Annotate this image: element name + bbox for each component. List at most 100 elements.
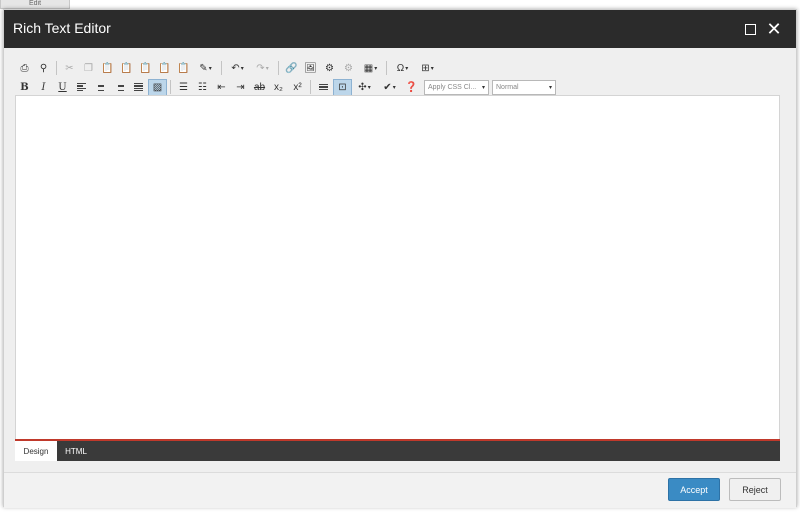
maximize-icon [744, 23, 756, 35]
dropdown-arrow-icon: ▾ [405, 65, 409, 72]
dropdown-arrow-icon: ▾ [240, 65, 244, 72]
bullet-list-icon: ☷ [198, 81, 207, 93]
dropdown-arrow-icon: ▾ [208, 65, 212, 72]
align-right-button[interactable] [110, 79, 129, 96]
paragraph-format-select[interactable]: Normal ▾ [492, 79, 556, 95]
document-button[interactable]: ⚙ [339, 60, 358, 77]
toolbar-separator [221, 61, 222, 75]
paste-text-icon: 📋 [120, 62, 133, 74]
paste-button[interactable]: 📋 [98, 60, 117, 77]
image-button[interactable]: 🖼 [301, 60, 320, 77]
superscript-button[interactable]: x² [288, 79, 307, 96]
format-stripper-icon: ✎ [199, 62, 208, 74]
dropdown-arrow-icon: ▾ [265, 65, 269, 72]
subscript-icon: x₂ [274, 81, 283, 93]
module-manager-icon: ✣ [358, 81, 367, 93]
symbol-button[interactable]: Ω ▾ [390, 60, 415, 77]
paste-icon: 📋 [101, 62, 114, 74]
cut-button[interactable]: ✂ [60, 60, 79, 77]
copy-icon: ❐ [84, 62, 93, 74]
tab-html[interactable]: HTML [61, 441, 91, 461]
maximize-button[interactable] [740, 19, 760, 39]
media-icon: ⚙ [325, 62, 334, 74]
tab-design[interactable]: Design [15, 441, 57, 461]
link-button[interactable]: 🔗 [282, 60, 301, 77]
redo-button[interactable]: ↷ ▾ [250, 60, 275, 77]
editor-content-area[interactable] [15, 95, 780, 440]
paste-plain-button[interactable]: 📋 [174, 60, 193, 77]
snippet-button[interactable]: ⊞ ▾ [415, 60, 440, 77]
media-button[interactable]: ⚙ [320, 60, 339, 77]
css-class-select[interactable]: Apply CSS Cl... ▾ [424, 79, 489, 95]
paste-word-icon: 📋 [139, 62, 152, 74]
dropdown-arrow-icon: ▾ [392, 84, 396, 91]
redo-icon: ↷ [256, 62, 265, 74]
document-icon: ⚙ [344, 62, 353, 74]
find-button[interactable]: ⚲ [34, 60, 53, 77]
paste-html-icon: 📋 [158, 62, 171, 74]
module-manager-button[interactable]: ✣ ▾ [352, 79, 377, 96]
align-center-icon [96, 83, 105, 92]
dropdown-arrow-icon: ▾ [374, 65, 378, 72]
editor-toolbar: ⎙ ⚲ ✂ ❐ 📋 📋 📋 📋 📋 ✎ ▾ ↶ ▾ ↷ ▾ 🔗 🖼 ⚙ ⚙ ▦ ▾ Ω ▾… [15, 59, 783, 99]
toolbar-row-1: ⎙ ⚲ ✂ ❐ 📋 📋 📋 📋 📋 ✎ ▾ ↶ ▾ ↷ ▾ 🔗 🖼 ⚙ ⚙ ▦ ▾ Ω ▾… [15, 59, 440, 77]
toolbar-row-2: B I U ▨ ☰ ☷ ⇤ ⇥ ab x₂ x² ⊡ ✣ ▾ ✔ ▾ ❓ Apply… [15, 78, 556, 96]
help-icon: ❓ [405, 81, 418, 93]
symbol-icon: Ω [396, 62, 405, 74]
dialog-titlebar: Rich Text Editor ✕ [4, 10, 796, 48]
subscript-button[interactable]: x₂ [269, 79, 288, 96]
help-button[interactable]: ❓ [402, 79, 421, 96]
background-edit-tab: Edit [0, 0, 70, 9]
copy-button[interactable]: ❐ [79, 60, 98, 77]
dropdown-arrow-icon: ▾ [367, 84, 371, 91]
accept-button[interactable]: Accept [668, 478, 720, 501]
ordered-list-button[interactable]: ☰ [174, 79, 193, 96]
strike-icon: ab [253, 81, 266, 93]
align-center-button[interactable] [91, 79, 110, 96]
paste-word-button[interactable]: 📋 [136, 60, 155, 77]
paste-text-button[interactable]: 📋 [117, 60, 136, 77]
align-justify-button[interactable] [129, 79, 148, 96]
italic-icon: I [41, 81, 46, 93]
paragraph-button[interactable] [314, 79, 333, 96]
align-justify-icon [134, 82, 143, 92]
reject-button[interactable]: Reject [729, 478, 781, 501]
paragraph-icon [319, 83, 328, 91]
css-class-select-value: Apply CSS Cl... [428, 83, 477, 91]
format-stripper-button[interactable]: ✎ ▾ [193, 60, 218, 77]
select-all-icon: ⊡ [338, 81, 347, 93]
indent-button[interactable]: ⇥ [231, 79, 250, 96]
bold-button[interactable]: B [15, 79, 34, 96]
underline-button[interactable]: U [53, 79, 72, 96]
outdent-icon: ⇤ [217, 81, 226, 93]
italic-button[interactable]: I [34, 79, 53, 96]
indent-icon: ⇥ [236, 81, 245, 93]
print-button[interactable]: ⎙ [15, 60, 34, 77]
toolbar-separator [278, 61, 279, 75]
no-alignment-button[interactable]: ▨ [148, 78, 167, 96]
table-button[interactable]: ▦ ▾ [358, 60, 383, 77]
chevron-down-icon: ▾ [481, 84, 485, 91]
toolbar-separator [386, 61, 387, 75]
spellcheck-button[interactable]: ✔ ▾ [377, 79, 402, 96]
link-icon: 🔗 [285, 62, 298, 74]
toolbar-separator [56, 61, 57, 75]
toolbar-separator [310, 80, 311, 94]
snippet-icon: ⊞ [421, 62, 430, 74]
strike-button[interactable]: ab [250, 79, 269, 96]
undo-button[interactable]: ↶ ▾ [225, 60, 250, 77]
cut-icon: ✂ [65, 62, 74, 74]
underline-icon: U [58, 81, 67, 93]
close-icon: ✕ [766, 19, 782, 39]
spellcheck-icon: ✔ [383, 81, 392, 93]
undo-icon: ↶ [231, 62, 240, 74]
bullet-list-button[interactable]: ☷ [193, 79, 212, 96]
align-left-button[interactable] [72, 79, 91, 96]
superscript-icon: x² [293, 81, 302, 93]
paste-html-button[interactable]: 📋 [155, 60, 174, 77]
outdent-button[interactable]: ⇤ [212, 79, 231, 96]
dialog-title: Rich Text Editor [13, 20, 111, 36]
image-icon: 🖼 [304, 62, 317, 74]
select-all-button[interactable]: ⊡ [333, 78, 352, 96]
close-button[interactable]: ✕ [764, 19, 784, 39]
